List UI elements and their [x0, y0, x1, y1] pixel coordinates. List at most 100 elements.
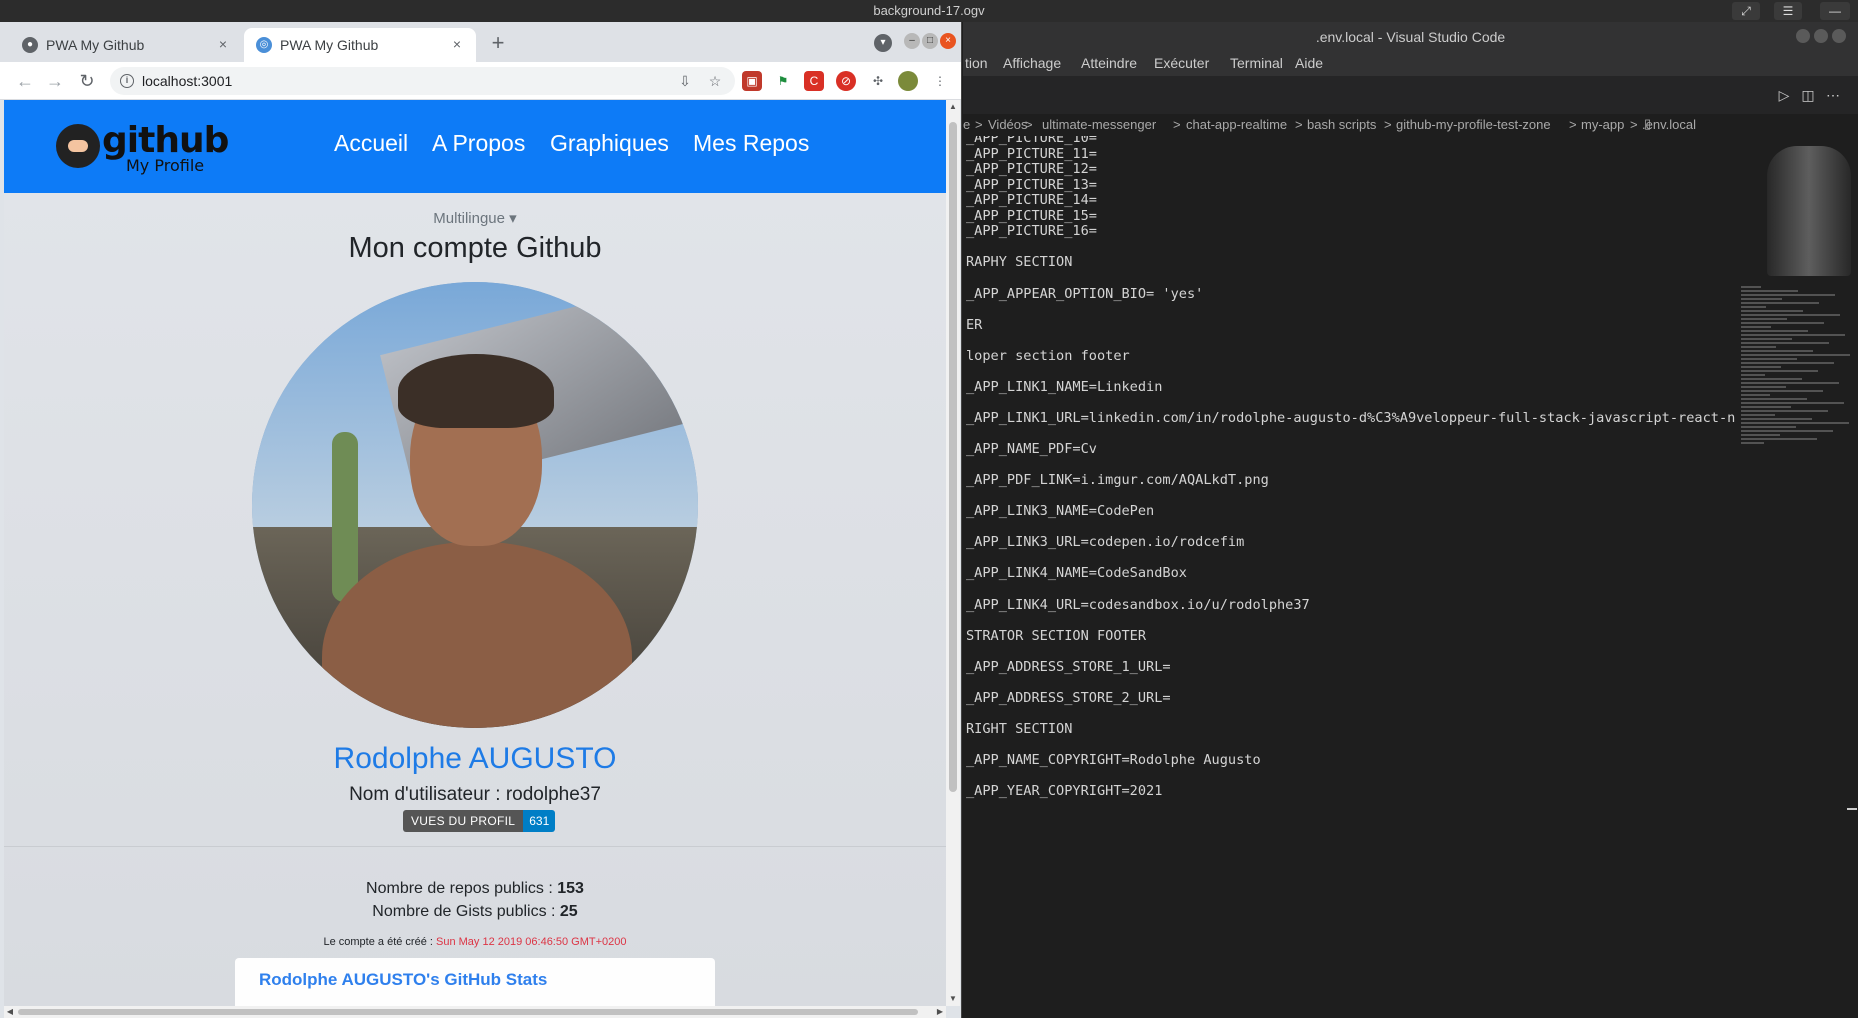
desktop-screen: background-17.ogv ⤢ ☰ — ● PWA My Github …: [0, 0, 1858, 1018]
minimap-line: [1741, 346, 1776, 348]
browser-window: ● PWA My Github × ◎ PWA My Github × + ▾ …: [0, 22, 962, 1018]
code-line: ER: [966, 316, 983, 333]
public-gists-count: Nombre de Gists publics : 25: [4, 903, 946, 921]
browser-tab-1[interactable]: ● PWA My Github ×: [10, 28, 242, 62]
breadcrumb-item[interactable]: Vidéos: [988, 117, 1028, 132]
minimap-line: [1741, 294, 1835, 296]
code-line: _APP_PICTURE_10=: [966, 136, 1097, 146]
minimap-line: [1741, 354, 1850, 356]
forward-arrow-icon[interactable]: →: [44, 70, 66, 92]
horizontal-scrollbar[interactable]: ◀ ▶: [4, 1006, 946, 1018]
vertical-scrollbar[interactable]: ▲ ▼: [946, 100, 960, 1006]
back-arrow-icon[interactable]: ←: [14, 70, 36, 92]
run-icon[interactable]: ▷: [1775, 86, 1793, 104]
site-logo[interactable]: github My Profile: [56, 118, 229, 176]
breadcrumb: e > Vidéos > ultimate-messenger > chat-app-rea…: [963, 114, 1858, 136]
editor-scroll-marker: [1847, 808, 1857, 810]
nav-link-accueil[interactable]: Accueil: [334, 130, 408, 157]
logo-sub-text: My Profile: [126, 156, 205, 175]
minimap-line: [1741, 418, 1812, 420]
minimap-line: [1741, 410, 1828, 412]
close-window-icon[interactable]: ×: [940, 33, 956, 49]
tab-title: PWA My Github: [280, 37, 379, 53]
fullscreen-icon[interactable]: ⤢: [1732, 2, 1760, 20]
username-text: Nom d'utilisateur : rodolphe37: [349, 784, 601, 805]
tab-close-icon[interactable]: ×: [214, 35, 232, 53]
breadcrumb-item[interactable]: chat-app-realtime: [1186, 117, 1287, 132]
menu-aide[interactable]: Aide: [1295, 55, 1323, 71]
more-actions-icon[interactable]: ⋯: [1824, 86, 1842, 104]
vscode-titlebar: .env.local - Visual Studio Code: [963, 22, 1858, 52]
github-stats-card: Rodolphe AUGUSTO's GitHub Stats: [235, 958, 715, 1006]
menu-selection[interactable]: tion: [965, 55, 988, 71]
vscode-minimize-icon[interactable]: [1796, 29, 1810, 43]
minimap-line: [1741, 434, 1780, 436]
minimap-line: [1741, 326, 1771, 328]
code-line: _APP_YEAR_COPYRIGHT=2021: [966, 783, 1163, 800]
reload-icon[interactable]: ↻: [76, 70, 98, 92]
language-dropdown[interactable]: Multilingue ▾: [4, 209, 946, 227]
site-navbar: github My Profile Accueil A Propos Graph…: [4, 100, 946, 193]
kebab-menu-icon[interactable]: ⋮: [930, 71, 950, 91]
minimap-line: [1741, 366, 1781, 368]
menu-terminal[interactable]: Terminal: [1230, 55, 1283, 71]
puzzle-extensions-icon[interactable]: ✣: [868, 71, 888, 91]
scroll-up-icon[interactable]: ▲: [946, 100, 960, 114]
code-line: _APP_LINK4_NAME=CodeSandBox: [966, 565, 1187, 582]
scroll-right-icon[interactable]: ▶: [934, 1006, 946, 1018]
menu-executer[interactable]: Exécuter: [1154, 55, 1209, 71]
minimap-line: [1741, 398, 1807, 400]
menu-icon[interactable]: ☰: [1774, 2, 1802, 20]
site-info-icon[interactable]: i: [120, 74, 134, 88]
extension-1-icon[interactable]: ▣: [742, 71, 762, 91]
tab-search-icon[interactable]: ▾: [874, 34, 892, 52]
vscode-menubar: tion Affichage Atteindre Exécuter Termin…: [963, 52, 1858, 76]
vscode-close-icon[interactable]: [1832, 29, 1846, 43]
split-editor-icon[interactable]: ◫: [1799, 86, 1817, 104]
h-scrollbar-thumb[interactable]: [18, 1009, 918, 1015]
breadcrumb-chevron-icon: >: [975, 117, 983, 132]
nav-link-mes-repos[interactable]: Mes Repos: [693, 130, 809, 157]
code-line: _APP_LINK4_URL=codesandbox.io/u/rodolphe…: [966, 596, 1310, 613]
breadcrumb-item[interactable]: ultimate-messenger: [1042, 117, 1156, 132]
code-line: _APP_PICTURE_11=: [966, 145, 1097, 162]
scrollbar-thumb[interactable]: [949, 122, 957, 792]
minimap-line: [1741, 362, 1834, 364]
block-extension-icon[interactable]: ⊘: [836, 71, 856, 91]
scroll-down-icon[interactable]: ▼: [946, 992, 960, 1006]
breadcrumb-item[interactable]: e: [963, 117, 970, 132]
extension-c-icon[interactable]: C: [804, 71, 824, 91]
bookmark-star-icon[interactable]: ☆: [706, 72, 724, 90]
minimap-line: [1741, 318, 1787, 320]
gists-value: 25: [559, 903, 578, 920]
scroll-left-icon[interactable]: ◀: [4, 1006, 16, 1018]
os-window-controls[interactable]: —: [1820, 2, 1850, 20]
vscode-maximize-icon[interactable]: [1814, 29, 1828, 43]
browser-tab-2[interactable]: ◎ PWA My Github ×: [244, 28, 476, 62]
code-line: loper section footer: [966, 347, 1130, 364]
tab-close-icon[interactable]: ×: [448, 35, 466, 53]
code-editor[interactable]: _APP_PICTURE_10= _APP_PICTURE_11= _APP_PIC…: [963, 136, 1735, 1018]
breadcrumb-item[interactable]: bash scripts: [1307, 117, 1376, 132]
breadcrumb-item[interactable]: my-app: [1581, 117, 1624, 132]
nav-link-graphiques[interactable]: Graphiques: [550, 130, 669, 157]
menu-affichage[interactable]: Affichage: [1003, 55, 1061, 71]
breadcrumb-chevron-icon: >: [1384, 117, 1392, 132]
breadcrumb-chevron-icon: >: [1630, 117, 1638, 132]
url-text[interactable]: localhost:3001: [142, 73, 232, 89]
minimize-icon[interactable]: –: [904, 33, 920, 49]
menu-atteindre[interactable]: Atteindre: [1081, 55, 1137, 71]
install-app-icon[interactable]: ⇩: [676, 72, 694, 90]
code-line: _APP_NAME_COPYRIGHT=Rodolphe Augusto: [966, 752, 1261, 768]
breadcrumb-item[interactable]: github-my-profile-test-zone: [1396, 117, 1551, 132]
profile-avatar-icon[interactable]: [898, 71, 918, 91]
minimap[interactable]: [1741, 136, 1851, 456]
address-bar[interactable]: i localhost:3001 ⇩ ☆: [110, 67, 735, 95]
maximize-icon[interactable]: □: [922, 33, 938, 49]
nav-link-a-propos[interactable]: A Propos: [432, 130, 525, 157]
user-full-name[interactable]: Rodolphe AUGUSTO: [4, 742, 946, 776]
flag-extension-icon[interactable]: ⚑: [773, 71, 793, 91]
minimap-line: [1741, 394, 1770, 396]
minimap-line: [1741, 390, 1823, 392]
new-tab-button[interactable]: +: [486, 32, 510, 56]
